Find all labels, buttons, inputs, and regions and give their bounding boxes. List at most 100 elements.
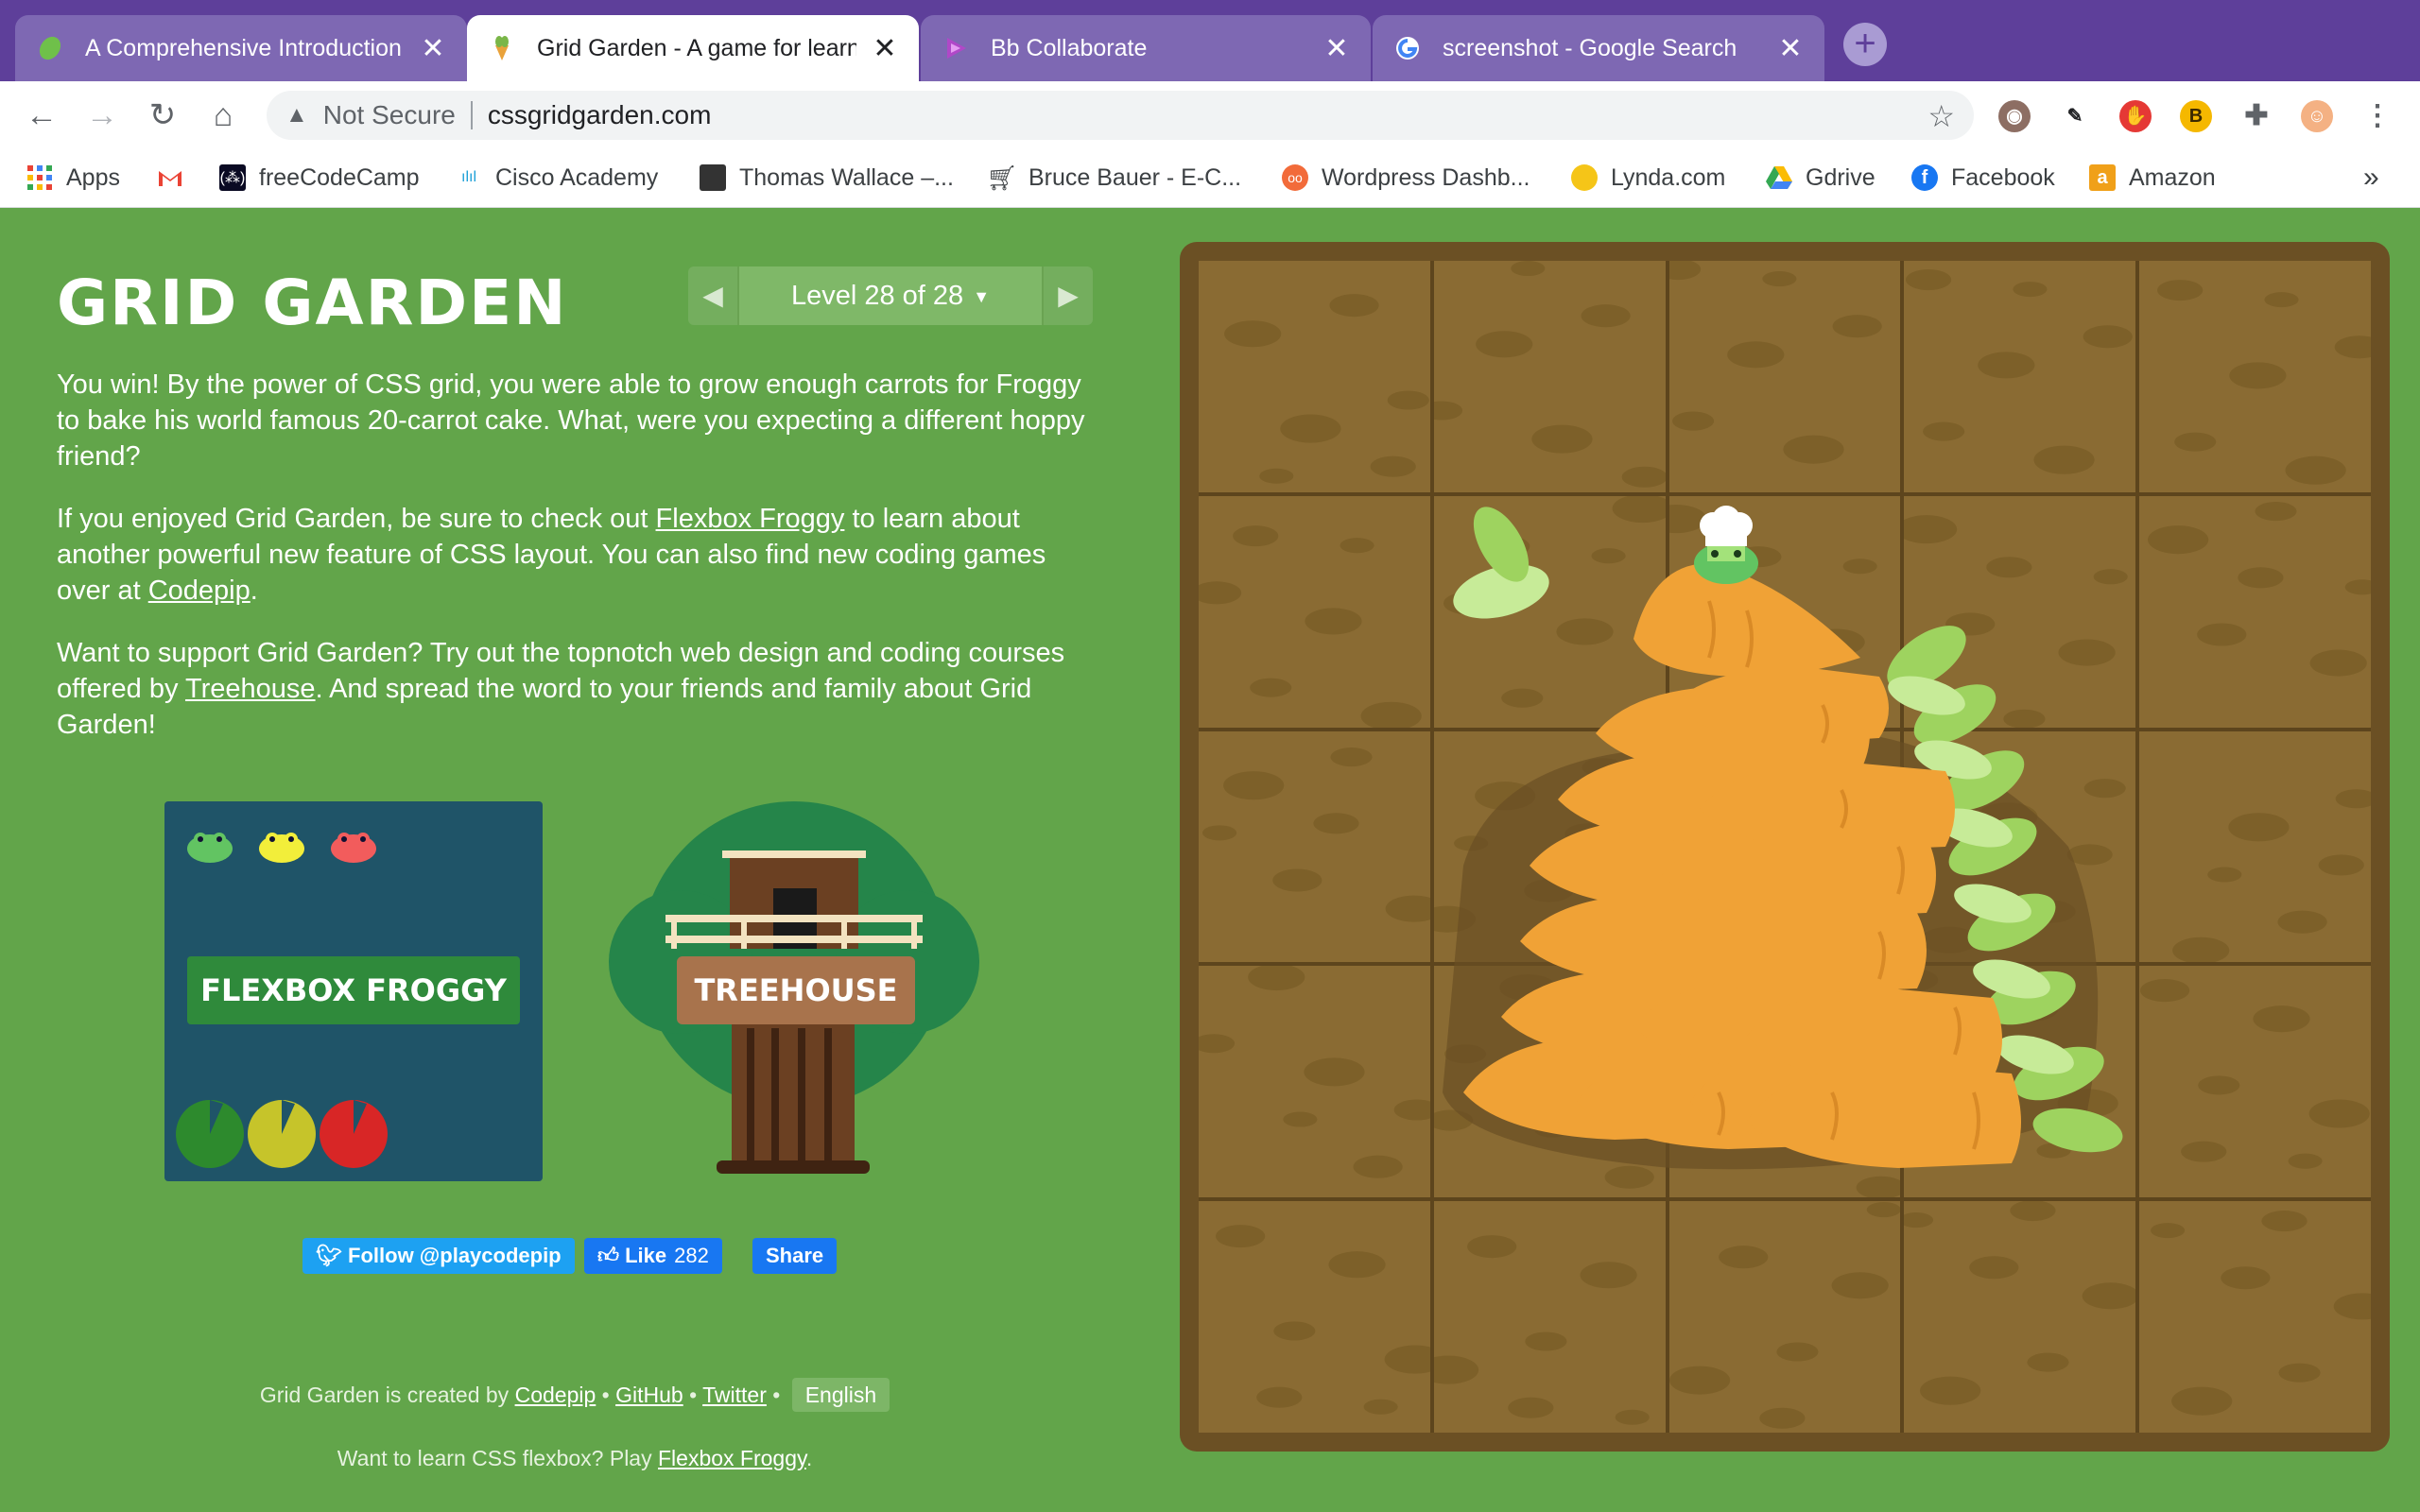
tab-comprehensive-introduction[interactable]: A Comprehensive Introduction ✕ bbox=[15, 15, 467, 81]
bookmark-facebook[interactable]: f Facebook bbox=[1911, 161, 2055, 195]
soil-cell bbox=[1668, 1201, 1901, 1433]
next-level-arrow-icon[interactable]: ▶ bbox=[1044, 266, 1093, 325]
home-icon[interactable]: ⌂ bbox=[202, 94, 244, 136]
reload-icon[interactable]: ↻ bbox=[142, 94, 183, 136]
soil-cell bbox=[1668, 261, 1901, 492]
facebook-icon: f bbox=[1911, 164, 1938, 191]
paragraph-text: If you enjoyed Grid Garden, be sure to c… bbox=[57, 504, 656, 534]
new-tab-button[interactable]: + bbox=[1843, 23, 1887, 66]
github-link[interactable]: GitHub bbox=[615, 1383, 683, 1407]
bookmark-cisco-academy[interactable]: ılıl Cisco Academy bbox=[456, 161, 658, 195]
bookmark-gdrive[interactable]: Gdrive bbox=[1766, 161, 1876, 195]
bookmark-apps[interactable]: Apps bbox=[26, 161, 120, 195]
credits-footer: Grid Garden is created by Codepip • GitH… bbox=[0, 1378, 1150, 1412]
flexbox-froggy-link[interactable]: Flexbox Froggy bbox=[656, 504, 845, 534]
soil-speckles-icon bbox=[1433, 757, 1624, 933]
soil-cell bbox=[2139, 730, 2371, 963]
close-icon[interactable]: ✕ bbox=[872, 32, 898, 65]
bookmark-label: Thomas Wallace –... bbox=[739, 163, 954, 191]
forward-icon[interactable]: → bbox=[81, 94, 123, 136]
bookmark-amazon[interactable]: a Amazon bbox=[2089, 161, 2216, 195]
eyedropper-extension-icon[interactable]: ✎ bbox=[2059, 100, 2091, 132]
back-icon[interactable]: ← bbox=[21, 94, 62, 136]
facebook-share-button[interactable]: Share bbox=[752, 1238, 838, 1274]
bullet-separator: • bbox=[596, 1383, 616, 1407]
address-bar[interactable]: ▲ Not Secure cssgridgarden.com ☆ bbox=[267, 91, 1974, 140]
language-selector[interactable]: English bbox=[791, 1378, 890, 1412]
codepip-link[interactable]: Codepip bbox=[148, 576, 251, 606]
soil-speckles-icon bbox=[1904, 1201, 2136, 1405]
soil-cell bbox=[1199, 261, 1430, 492]
close-icon[interactable]: ✕ bbox=[1777, 32, 1804, 65]
soil-cell bbox=[2139, 261, 2371, 492]
puzzle-extensions-icon[interactable]: ✚ bbox=[2240, 100, 2273, 132]
tab-title: Bb Collaborate bbox=[991, 34, 1148, 61]
bookmark-wordpress-dashboard[interactable]: oo Wordpress Dashb... bbox=[1282, 161, 1530, 195]
bookmarks-bar: Apps (⁂) freeCodeCamp ılıl Cisco Academy… bbox=[0, 149, 2420, 208]
previous-level-arrow-icon[interactable]: ◀ bbox=[688, 266, 737, 325]
divider bbox=[470, 101, 473, 129]
profile-avatar[interactable]: ☺ bbox=[2301, 100, 2333, 132]
bookmark-label: Bruce Bauer - E-C... bbox=[1028, 163, 1242, 191]
close-icon[interactable]: ✕ bbox=[420, 32, 446, 65]
twitter-link[interactable]: Twitter bbox=[702, 1383, 767, 1407]
tab-title: A Comprehensive Introduction bbox=[85, 34, 402, 61]
soil-speckles-icon bbox=[1668, 261, 1882, 464]
tab-grid-garden[interactable]: Grid Garden - A game for learn ✕ bbox=[467, 15, 919, 81]
flexbox-froggy-label: FLEXBOX FROGGY bbox=[187, 956, 520, 1024]
bookmark-label: Amazon bbox=[2129, 163, 2216, 191]
soil-speckles-icon bbox=[1443, 495, 1666, 708]
freecodecamp-icon: (⁂) bbox=[219, 164, 246, 191]
menu-kebab-icon[interactable]: ⋮ bbox=[2361, 100, 2394, 132]
soil-speckles-icon bbox=[1668, 504, 1877, 718]
b-extension-icon[interactable]: B bbox=[2180, 100, 2212, 132]
carrot-favicon-icon bbox=[488, 34, 516, 62]
paragraph-text: . bbox=[250, 576, 258, 606]
treehouse-link[interactable]: Treehouse bbox=[185, 674, 316, 704]
bookmark-star-icon[interactable]: ☆ bbox=[1927, 98, 1955, 134]
soil-speckles-icon bbox=[1904, 969, 2119, 1160]
soil-cell bbox=[1433, 730, 1666, 963]
win-message: You win! By the power of CSS grid, you w… bbox=[57, 369, 1085, 472]
bookmark-label: Wordpress Dashb... bbox=[1322, 163, 1530, 191]
level-indicator[interactable]: Level 28 of 28 ▼ bbox=[737, 266, 1044, 325]
instructions: You win! By the power of CSS grid, you w… bbox=[57, 367, 1097, 769]
soil-cell bbox=[1904, 495, 2136, 728]
tab-google-search[interactable]: screenshot - Google Search ✕ bbox=[1373, 15, 1824, 81]
soil-speckles-icon bbox=[1433, 974, 1654, 1190]
soil-speckles-icon bbox=[2151, 1211, 2371, 1416]
bookmark-thomas-wallace[interactable]: Thomas Wallace –... bbox=[700, 161, 954, 195]
owl-extension-icon[interactable]: ◉ bbox=[1998, 100, 2031, 132]
more-bookmarks-icon[interactable]: » bbox=[2363, 161, 2379, 195]
flexbox-footer-text: Want to learn CSS flexbox? Play bbox=[337, 1446, 658, 1470]
browser-toolbar: ← → ↻ ⌂ ▲ Not Secure cssgridgarden.com ☆… bbox=[0, 81, 2420, 149]
flexbox-footer: Want to learn CSS flexbox? Play Flexbox … bbox=[0, 1446, 1150, 1471]
flexbox-froggy-footer-link[interactable]: Flexbox Froggy bbox=[658, 1446, 806, 1470]
facebook-like-button[interactable]: 👍︎ Like 282 bbox=[584, 1238, 722, 1274]
amazon-icon: a bbox=[2089, 164, 2116, 191]
warning-icon: ▲ bbox=[285, 102, 308, 128]
tab-bb-collaborate[interactable]: Bb Collaborate ✕ bbox=[921, 15, 1371, 81]
bookmark-bruce-bauer[interactable]: 🛒︎ Bruce Bauer - E-C... bbox=[986, 161, 1242, 195]
bookmark-label: Lynda.com bbox=[1611, 163, 1726, 191]
flexbox-froggy-promo[interactable]: FLEXBOX FROGGY bbox=[164, 801, 543, 1181]
shopping-cart-icon: 🛒︎ bbox=[986, 163, 1018, 192]
soil-speckles-icon bbox=[1224, 294, 1429, 484]
soil-cell bbox=[2139, 495, 2371, 728]
bookmark-freecodecamp[interactable]: (⁂) freeCodeCamp bbox=[219, 161, 420, 195]
soil-cell bbox=[1433, 1201, 1666, 1433]
adblock-extension-icon[interactable]: ✋ bbox=[2119, 100, 2152, 132]
soil-speckles-icon bbox=[1433, 1235, 1650, 1425]
soil-speckles-icon bbox=[1199, 524, 1422, 728]
bookmark-gmail[interactable] bbox=[157, 161, 197, 195]
twitter-follow-button[interactable]: 🐦︎ Follow @playcodepip bbox=[302, 1238, 575, 1274]
owl-icon: oo bbox=[1282, 164, 1308, 191]
url-text: cssgridgarden.com bbox=[487, 100, 712, 129]
soil-cell bbox=[1433, 495, 1666, 728]
bookmark-lynda[interactable]: Lynda.com bbox=[1571, 161, 1725, 195]
codepip-footer-link[interactable]: Codepip bbox=[515, 1383, 596, 1407]
treehouse-promo[interactable]: TREEHOUSE bbox=[605, 801, 983, 1181]
close-icon[interactable]: ✕ bbox=[1323, 32, 1350, 65]
portrait-icon bbox=[700, 164, 726, 191]
soil-speckles-icon bbox=[1921, 778, 2127, 954]
